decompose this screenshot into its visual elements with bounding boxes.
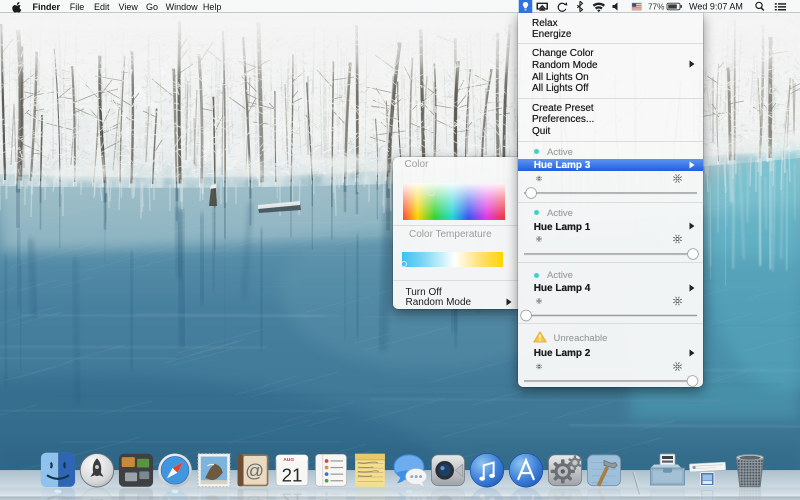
svg-text:AUG: AUG (283, 457, 294, 463)
svg-text:@: @ (245, 460, 264, 481)
svg-text:77%: 77% (648, 3, 664, 12)
svg-text:21: 21 (282, 464, 303, 485)
svg-text:Wed 9:07 AM: Wed 9:07 AM (689, 2, 743, 12)
